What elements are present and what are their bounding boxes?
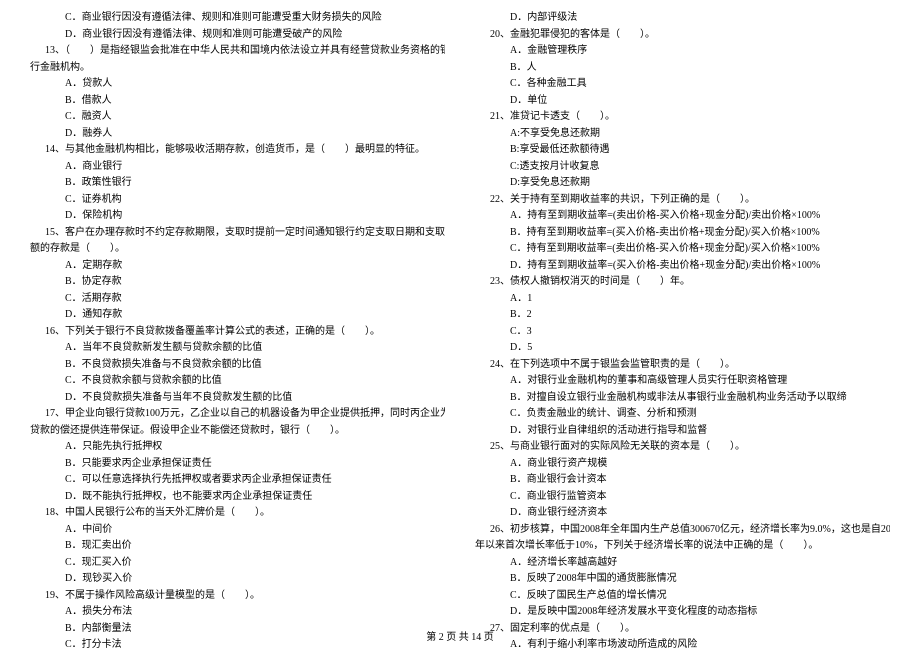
text-line: C．现汇买入价 — [30, 555, 445, 571]
text-line: B．反映了2008年中国的通货膨胀情况 — [475, 571, 890, 587]
text-line: B．协定存款 — [30, 274, 445, 290]
text-line: C．证券机构 — [30, 192, 445, 208]
text-line: C．不良贷款余额与贷款余额的比值 — [30, 373, 445, 389]
page-footer: 第 2 页 共 14 页 — [0, 630, 920, 646]
text-line: D．融券人 — [30, 126, 445, 142]
text-line: D．单位 — [475, 93, 890, 109]
text-line: 21、准贷记卡透支（ ）。 — [475, 109, 890, 125]
text-line: B．政策性银行 — [30, 175, 445, 191]
text-line: D．不良贷款损失准备与当年不良贷款发生额的比值 — [30, 390, 445, 406]
text-line: D:享受免息还款期 — [475, 175, 890, 191]
text-line: 24、在下列选项中不属于银监会监管职责的是（ ）。 — [475, 357, 890, 373]
text-line: 19、不属于操作风险高级计量模型的是（ ）。 — [30, 588, 445, 604]
text-line: B．现汇卖出价 — [30, 538, 445, 554]
text-line: A．经济增长率越高越好 — [475, 555, 890, 571]
text-line: 18、中国人民银行公布的当天外汇牌价是（ ）。 — [30, 505, 445, 521]
text-line: C．融资人 — [30, 109, 445, 125]
text-line: A．中间价 — [30, 522, 445, 538]
text-line: C．反映了国民生产总值的增长情况 — [475, 588, 890, 604]
text-line: D．是反映中国2008年经济发展水平变化程度的动态指标 — [475, 604, 890, 620]
text-line: 贷款的偿还提供连带保证。假设甲企业不能偿还贷款时，银行（ ）。 — [30, 423, 445, 439]
text-line: C．持有至到期收益率=(卖出价格-买入价格+现金分配)/买入价格×100% — [475, 241, 890, 257]
text-line: D．商业银行经济资本 — [475, 505, 890, 521]
text-line: B．商业银行会计资本 — [475, 472, 890, 488]
text-line: 17、甲企业向银行贷款100万元，乙企业以自己的机器设备为甲企业提供抵押，同时丙… — [30, 406, 445, 422]
text-line: 年以来首次增长率低于10%，下列关于经济增长率的说法中正确的是（ ）。 — [475, 538, 890, 554]
text-line: C．活期存款 — [30, 291, 445, 307]
text-line: A．贷款人 — [30, 76, 445, 92]
text-line: C．可以任意选择执行先抵押权或者要求丙企业承担保证责任 — [30, 472, 445, 488]
text-line: 行金融机构。 — [30, 60, 445, 76]
text-line: D．5 — [475, 340, 890, 356]
text-line: A:不享受免息还款期 — [475, 126, 890, 142]
text-line: A．损失分布法 — [30, 604, 445, 620]
text-line: A．商业银行资产规模 — [475, 456, 890, 472]
text-line: A．只能先执行抵押权 — [30, 439, 445, 455]
text-line: 14、与其他金融机构相比，能够吸收活期存款，创造货币，是（ ）最明显的特征。 — [30, 142, 445, 158]
text-line: D．内部评级法 — [475, 10, 890, 26]
text-line: B．持有至到期收益率=(买入价格-卖出价格+现金分配)/买入价格×100% — [475, 225, 890, 241]
text-line: C:透支按月计收复息 — [475, 159, 890, 175]
text-line: C．商业银行因没有遵循法律、规则和准则可能遭受重大财务损失的风险 — [30, 10, 445, 26]
text-line: 13、（ ）是指经银监会批准在中华人民共和国境内依法设立并具有经营贷款业务资格的… — [30, 43, 445, 59]
text-line: B．2 — [475, 307, 890, 323]
text-line: A．商业银行 — [30, 159, 445, 175]
text-line: 16、下列关于银行不良贷款拨备覆盖率计算公式的表述，正确的是（ ）。 — [30, 324, 445, 340]
text-line: D．对银行业自律组织的活动进行指导和监督 — [475, 423, 890, 439]
text-line: D．现钞买入价 — [30, 571, 445, 587]
page-columns: C．商业银行因没有遵循法律、规则和准则可能遭受重大财务损失的风险D．商业银行因没… — [30, 10, 890, 654]
text-line: D．持有至到期收益率=(买入价格-卖出价格+现金分配)/卖出价格×100% — [475, 258, 890, 274]
text-line: B．只能要求丙企业承担保证责任 — [30, 456, 445, 472]
text-line: C．负责金融业的统计、调查、分析和预测 — [475, 406, 890, 422]
text-line: B．借款人 — [30, 93, 445, 109]
text-line: A．持有至到期收益率=(卖出价格-买入价格+现金分配)/卖出价格×100% — [475, 208, 890, 224]
text-line: C．各种金融工具 — [475, 76, 890, 92]
text-line: 23、债权人撤销权消灭的时间是（ ）年。 — [475, 274, 890, 290]
text-line: D．通知存款 — [30, 307, 445, 323]
text-line: A．当年不良贷款新发生额与贷款余额的比值 — [30, 340, 445, 356]
text-line: 15、客户在办理存款时不约定存款期限，支取时提前一定时间通知银行约定支取日期和支… — [30, 225, 445, 241]
text-line: A．对银行业金融机构的董事和高级管理人员实行任职资格管理 — [475, 373, 890, 389]
text-line: B:享受最低还款额待遇 — [475, 142, 890, 158]
text-line: A．金融管理秩序 — [475, 43, 890, 59]
text-line: D．既不能执行抵押权，也不能要求丙企业承担保证责任 — [30, 489, 445, 505]
text-line: B．对擅自设立银行业金融机构或非法从事银行业金融机构业务活动予以取缔 — [475, 390, 890, 406]
text-line: D．商业银行因没有遵循法律、规则和准则可能遭受破产的风险 — [30, 27, 445, 43]
text-line: A．1 — [475, 291, 890, 307]
text-line: 额的存款是（ ）。 — [30, 241, 445, 257]
text-line: 25、与商业银行面对的实际风险无关联的资本是（ ）。 — [475, 439, 890, 455]
text-line: C．3 — [475, 324, 890, 340]
text-line: D．保险机构 — [30, 208, 445, 224]
text-line: B．不良贷款损失准备与不良贷款余额的比值 — [30, 357, 445, 373]
text-line: B．人 — [475, 60, 890, 76]
text-line: 22、关于持有至到期收益率的共识，下列正确的是（ ）。 — [475, 192, 890, 208]
text-line: C．商业银行监管资本 — [475, 489, 890, 505]
text-line: 20、金融犯罪侵犯的客体是（ ）。 — [475, 27, 890, 43]
left-column: C．商业银行因没有遵循法律、规则和准则可能遭受重大财务损失的风险D．商业银行因没… — [30, 10, 445, 654]
text-line: 26、初步核算，中国2008年全年国内生产总值300670亿元，经济增长率为9.… — [475, 522, 890, 538]
right-column: D．内部评级法20、金融犯罪侵犯的客体是（ ）。A．金融管理秩序B．人C．各种金… — [475, 10, 890, 654]
text-line: A．定期存款 — [30, 258, 445, 274]
